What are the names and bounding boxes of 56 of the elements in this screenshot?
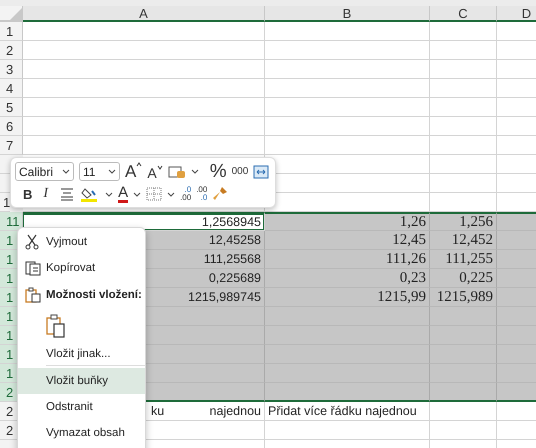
align-icon[interactable] [59,187,76,201]
row-header[interactable]: 2 [0,41,23,60]
caret-icon[interactable] [167,192,176,196]
column-header[interactable]: C [430,6,497,22]
cell-text: najednou [210,404,261,418]
increase-font-button[interactable]: A [125,162,142,182]
table-cell: 12,452 [430,231,497,250]
percent-button[interactable]: % [210,160,227,182]
decrease-font-button[interactable]: A [147,165,163,181]
row-header[interactable]: 11 [0,212,23,231]
row-header[interactable]: 5 [0,98,23,117]
font-color-button[interactable]: A [118,186,128,202]
clipboard-icon[interactable] [46,314,66,338]
table-cell: 12,45 [265,231,430,250]
table-cell: 111,255 [430,250,497,269]
copy-icon [25,260,41,276]
decrease-decimal-button[interactable]: .0 .00 [180,186,192,202]
wrap-text-icon[interactable] [253,164,270,178]
table-cell: 0,225 [430,269,497,288]
row-header[interactable]: 1 [0,22,23,41]
column-header[interactable]: D [497,6,536,22]
row-header[interactable]: 3 [0,60,23,79]
format-painter-icon[interactable] [212,186,228,202]
table-cell: 111,26 [265,250,430,269]
cell-text: ku [151,404,164,418]
row-header[interactable]: 4 [0,79,23,98]
menu-heading: Možnosti vložení: [46,289,142,301]
caret-icon[interactable] [105,192,114,196]
caret-icon [62,169,70,174]
table-cell: 1215,989 [430,288,497,307]
column-header[interactable]: A [23,6,265,22]
bold-button[interactable]: B [23,186,32,202]
row-header[interactable]: 6 [0,117,23,136]
table-cell: 1,26 [265,212,430,231]
table-cell: 0,23 [265,269,430,288]
thousands-button[interactable]: 000 [232,166,248,177]
table-cell: 1215,99 [265,288,430,307]
table-cell: Přidat více řádku najednou [265,402,430,421]
borders-icon[interactable] [146,187,162,201]
font-select[interactable]: Calibri [15,162,74,181]
increase-decimal-button[interactable]: .00 .0 [196,186,208,202]
table-cell: 1,2568945 [23,212,265,231]
number-format-icon[interactable] [168,164,186,178]
menu-item[interactable]: Vložit buňky [18,368,145,394]
table-cell: 1,256 [430,212,497,231]
font-size-select[interactable]: 11 [79,162,120,181]
column-header[interactable]: B [265,6,430,22]
scissors-icon [25,234,39,250]
caret-icon [156,165,163,170]
clipboard-icon [25,287,41,303]
row-header[interactable]: 7 [0,136,23,155]
italic-button[interactable]: I [43,186,48,202]
caret-icon [108,169,116,174]
caret-icon[interactable] [190,169,199,174]
caret-up-icon [136,162,142,166]
caret-icon[interactable] [133,192,142,196]
